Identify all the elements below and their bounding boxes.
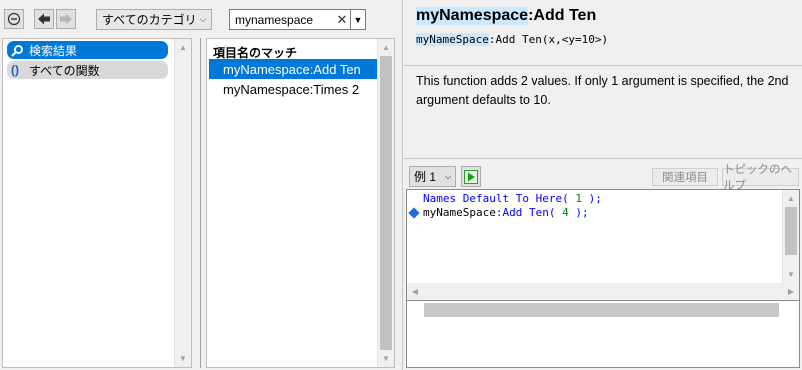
code-vertical-scrollbar[interactable]: ▲ ▼ xyxy=(782,190,799,283)
scrollbar-thumb[interactable] xyxy=(380,56,392,350)
function-title-name: :Add Ten xyxy=(528,7,597,24)
run-icon xyxy=(464,169,478,184)
minus-circle-icon xyxy=(7,12,21,26)
matches-list-scrollbar[interactable]: ▲ ▼ xyxy=(377,39,394,367)
forward-button[interactable] xyxy=(56,9,76,29)
category-list[interactable]: 検索結果 () すべての関数 ▲ ▼ xyxy=(2,38,192,368)
scroll-down-icon[interactable]: ▼ xyxy=(378,350,394,367)
function-title: myNamespace :Add Ten xyxy=(416,7,596,25)
matches-list[interactable]: 項目名のマッチ myNamespace:Add Ten myNamespace:… xyxy=(206,38,395,368)
scroll-right-icon[interactable]: ▶ xyxy=(783,283,799,300)
output-separator xyxy=(407,300,799,301)
topic-help-button[interactable]: トピックのヘルプ xyxy=(722,164,799,192)
match-item-label: myNamespace:Times 2 xyxy=(223,81,360,97)
chevron-down-icon: ⌵ xyxy=(444,171,452,181)
pane-divider[interactable] xyxy=(200,38,201,368)
category-item-search-results[interactable]: 検索結果 xyxy=(7,41,168,59)
example-selector-value: 例 1 xyxy=(414,170,437,184)
code-line-2: myNameSpace:Add Ten( 4 ); xyxy=(423,206,589,219)
back-button[interactable] xyxy=(34,9,54,29)
example-selector[interactable]: 例 1 ⌵ xyxy=(409,166,456,187)
category-item-all-functions[interactable]: () すべての関数 xyxy=(7,61,168,79)
category-dropdown[interactable]: すべてのカテゴリ ⌵ xyxy=(96,9,212,30)
category-item-label: すべての関数 xyxy=(29,63,100,78)
category-item-label: 検索結果 xyxy=(29,43,78,58)
separator xyxy=(404,158,802,159)
scroll-left-icon[interactable]: ◀ xyxy=(407,283,423,300)
function-parens-icon: () xyxy=(11,63,19,77)
function-description: This function adds 2 values. If only 1 a… xyxy=(416,74,789,107)
related-items-button[interactable]: 関連項目 xyxy=(652,168,718,186)
scroll-down-icon[interactable]: ▼ xyxy=(783,266,799,283)
collapse-button[interactable] xyxy=(4,9,24,29)
example-code-editor[interactable]: Names Default To Here( 1 ); myNameSpace:… xyxy=(406,189,800,368)
category-list-scrollbar[interactable]: ▲ ▼ xyxy=(174,39,191,367)
function-title-namespace: myNamespace xyxy=(416,7,529,25)
match-item-add-ten[interactable]: myNamespace:Add Ten xyxy=(209,59,377,79)
separator xyxy=(404,65,802,66)
function-signature: myNameSpace :Add Ten(x,<y=10>) xyxy=(416,33,608,46)
search-input[interactable] xyxy=(230,10,334,29)
search-history-dropdown[interactable]: ▼ xyxy=(350,10,365,29)
search-field[interactable]: ✕ ▼ xyxy=(229,9,366,30)
scrollbar-thumb[interactable] xyxy=(785,207,797,255)
arrow-right-icon xyxy=(60,13,72,25)
run-example-button[interactable] xyxy=(461,166,481,187)
code-line-1: Names Default To Here( 1 ); xyxy=(423,192,602,205)
match-item-times-2[interactable]: myNamespace:Times 2 xyxy=(209,79,377,99)
scroll-up-icon[interactable]: ▲ xyxy=(783,190,799,207)
code-horizontal-scrollbar[interactable]: ◀ ▶ xyxy=(407,283,799,300)
current-line-marker-icon xyxy=(408,207,420,219)
output-area xyxy=(424,303,779,317)
function-signature-namespace: myNameSpace xyxy=(416,33,489,46)
category-dropdown-value: すべてのカテゴリ xyxy=(102,13,195,27)
arrow-left-icon xyxy=(38,13,50,25)
search-icon xyxy=(11,44,29,57)
scroll-up-icon[interactable]: ▲ xyxy=(378,39,394,56)
chevron-down-icon: ⌵ xyxy=(199,14,207,24)
right-pane-divider[interactable] xyxy=(402,0,403,370)
scroll-down-icon[interactable]: ▼ xyxy=(175,350,191,367)
match-item-label: myNamespace:Add Ten xyxy=(223,61,361,77)
clear-icon[interactable]: ✕ xyxy=(334,12,350,28)
scroll-up-icon[interactable]: ▲ xyxy=(175,39,191,56)
function-signature-rest: :Add Ten(x,<y=10>) xyxy=(488,33,609,46)
